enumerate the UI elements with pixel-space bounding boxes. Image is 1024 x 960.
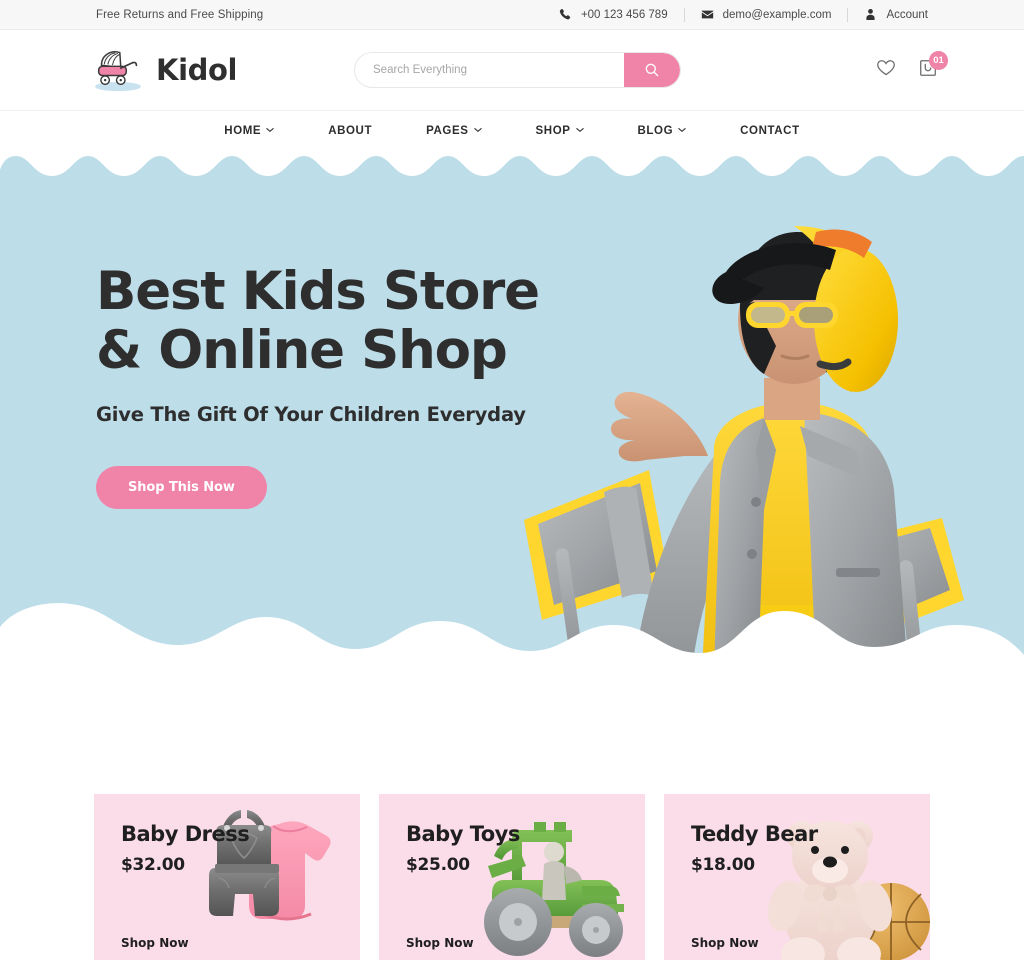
chevron-down-icon bbox=[473, 127, 482, 135]
cart-button[interactable]: 01 bbox=[917, 51, 948, 81]
product-price: $18.00 bbox=[691, 855, 755, 875]
search-submit-button[interactable] bbox=[624, 53, 680, 87]
green-toy-tractor-image bbox=[484, 822, 624, 957]
shop-this-now-button[interactable]: Shop This Now bbox=[96, 465, 267, 509]
search-bar bbox=[354, 52, 681, 88]
cart-count-badge: 01 bbox=[929, 51, 948, 70]
scallop-top-border bbox=[0, 150, 1024, 176]
card-text-group: Baby Toys $25.00 bbox=[406, 822, 520, 875]
envelope-icon bbox=[701, 8, 714, 21]
shop-now-link[interactable]: Shop Now bbox=[691, 936, 759, 950]
user-icon bbox=[864, 8, 877, 21]
nav-item-contact[interactable]: CONTACT bbox=[713, 125, 827, 137]
topbar-account-label: Account bbox=[886, 8, 928, 21]
free-shipping-promo-text: Free Returns and Free Shipping bbox=[96, 8, 264, 21]
nav-label-pages: PAGES bbox=[426, 124, 469, 137]
shop-now-link[interactable]: Shop Now bbox=[121, 936, 189, 950]
product-price: $25.00 bbox=[406, 855, 470, 875]
header-action-icons: 01 bbox=[875, 51, 948, 81]
hero-subtitle: Give The Gift Of Your Children Everyday bbox=[96, 402, 526, 426]
shop-now-link[interactable]: Shop Now bbox=[406, 936, 474, 950]
product-title: Teddy Bear bbox=[691, 822, 818, 846]
product-card-teddy-bear[interactable]: Teddy Bear $18.00 Shop Now bbox=[664, 794, 930, 960]
nav-item-pages[interactable]: PAGES bbox=[399, 125, 508, 137]
chevron-down-icon bbox=[678, 127, 686, 135]
hero-title: Best Kids Store & Online Shop bbox=[96, 261, 540, 382]
nav-item-about[interactable]: ABOUT bbox=[301, 125, 399, 137]
topbar-email-text: demo@example.com bbox=[722, 8, 832, 21]
nav-label-contact: CONTACT bbox=[740, 124, 800, 137]
main-navigation: HOME ABOUT PAGES SHOP BLOG CONTACT bbox=[0, 110, 1024, 150]
search-icon bbox=[644, 62, 660, 78]
product-card-baby-toys[interactable]: Baby Toys $25.00 Shop Now bbox=[379, 794, 645, 960]
card-text-group: Teddy Bear $18.00 bbox=[691, 822, 818, 875]
product-category-cards: Baby Dress $32.00 Shop Now Baby Toys $25… bbox=[0, 690, 1024, 960]
product-price: $32.00 bbox=[121, 855, 185, 875]
nav-label-shop: SHOP bbox=[535, 124, 571, 137]
nav-label-blog: BLOG bbox=[637, 124, 674, 137]
product-title: Baby Toys bbox=[406, 822, 520, 846]
topbar-phone-text: +00 123 456 789 bbox=[580, 8, 668, 21]
nav-item-shop[interactable]: SHOP bbox=[509, 125, 611, 137]
nav-label-home: HOME bbox=[224, 124, 262, 137]
card-text-group: Baby Dress $32.00 bbox=[121, 822, 250, 875]
nav-item-blog[interactable]: BLOG bbox=[611, 125, 714, 137]
chevron-down-icon bbox=[266, 127, 274, 135]
brand-name: Kidol bbox=[156, 53, 238, 87]
topbar-contact-group: +00 123 456 789 demo@example.com Account bbox=[543, 7, 928, 22]
chevron-down-icon bbox=[575, 127, 584, 135]
teddy-bear-and-basketball-image bbox=[768, 821, 930, 960]
search-input[interactable] bbox=[355, 53, 624, 87]
site-header: Kidol 01 bbox=[0, 30, 1024, 110]
cloud-bottom-border bbox=[0, 603, 1024, 690]
wishlist-button[interactable] bbox=[875, 59, 897, 81]
nav-item-home[interactable]: HOME bbox=[197, 125, 301, 137]
heart-icon bbox=[876, 59, 896, 82]
topbar-email[interactable]: demo@example.com bbox=[685, 8, 848, 21]
brand-logo-link[interactable]: Kidol bbox=[90, 47, 352, 93]
product-title: Baby Dress bbox=[121, 822, 250, 846]
product-card-baby-dress[interactable]: Baby Dress $32.00 Shop Now bbox=[94, 794, 360, 960]
topbar-phone[interactable]: +00 123 456 789 bbox=[543, 8, 684, 21]
nav-label-about: ABOUT bbox=[328, 124, 373, 137]
top-announcement-bar: Free Returns and Free Shipping +00 123 4… bbox=[0, 0, 1024, 30]
phone-icon bbox=[559, 8, 572, 21]
denim-overalls-and-onesie-image bbox=[209, 810, 331, 921]
hero-content: Best Kids Store & Online Shop Give The G… bbox=[96, 261, 540, 509]
hero-banner: Best Kids Store & Online Shop Give The G… bbox=[0, 150, 1024, 690]
stroller-icon bbox=[90, 47, 146, 93]
topbar-account[interactable]: Account bbox=[848, 8, 928, 21]
